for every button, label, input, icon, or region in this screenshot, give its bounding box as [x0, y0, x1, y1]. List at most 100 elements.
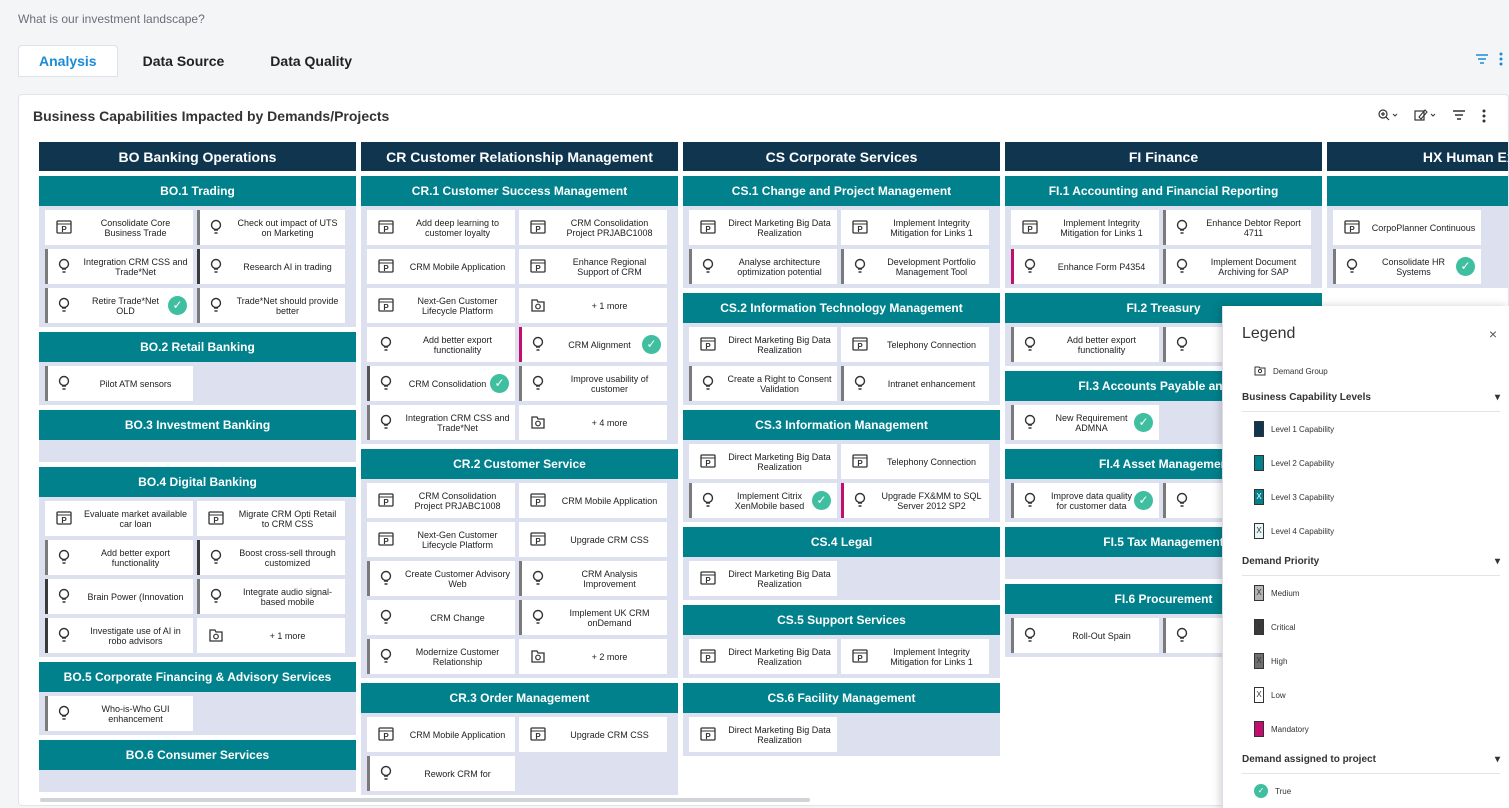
demand-tile[interactable]: Intranet enhancement — [841, 366, 989, 401]
level2-header[interactable]: CS.6 Facility Management — [683, 683, 1000, 713]
demand-tile[interactable]: CRM Alignment ✓ — [519, 327, 667, 362]
demand-tile[interactable]: P Evaluate market available car loan — [45, 501, 193, 536]
level2-header[interactable]: CR.1 Customer Success Management — [361, 176, 678, 206]
demand-tile[interactable]: P CRM Mobile Application — [519, 483, 667, 518]
level2-header[interactable]: BO.2 Retail Banking — [39, 332, 356, 362]
filter-icon[interactable] — [1452, 109, 1466, 126]
demand-tile[interactable]: P CorpoPlanner Continuous — [1333, 210, 1481, 245]
demand-tile[interactable]: Retire Trade*Net OLD ✓ — [45, 288, 193, 323]
close-icon[interactable]: × — [1489, 326, 1497, 342]
demand-tile[interactable]: P Implement Integrity Mitigation for Link… — [1011, 210, 1159, 245]
level2-header[interactable]: CR.3 Order Management — [361, 683, 678, 713]
demand-tile[interactable]: Check out impact of UTS on Marketing — [197, 210, 345, 245]
demand-tile[interactable]: Enhance Debtor Report 4711 — [1163, 210, 1311, 245]
demand-tile[interactable]: CRM Consolidation ✓ — [367, 366, 515, 401]
demand-tile[interactable]: P CRM Mobile Application — [367, 717, 515, 752]
demand-tile[interactable]: Integration CRM CSS and Trade*Net — [367, 405, 515, 440]
demand-tile[interactable]: P Telephony Connection — [841, 444, 989, 479]
level2-header[interactable]: CS.2 Information Technology Management — [683, 293, 1000, 323]
demand-tile[interactable]: P Implement Integrity Mitigation for Link… — [841, 210, 989, 245]
level2-header[interactable]: CS.3 Information Management — [683, 410, 1000, 440]
demand-tile[interactable]: Upgrade FX&MM to SQL Server 2012 SP2 — [841, 483, 989, 518]
level2-header[interactable]: CR.2 Customer Service — [361, 449, 678, 479]
demand-tile[interactable]: P Direct Marketing Big Data Realization — [689, 717, 837, 752]
demand-tile[interactable]: Boost cross-sell through customized — [197, 540, 345, 575]
filter-icon[interactable] — [1475, 52, 1489, 69]
demand-tile[interactable]: P Telephony Connection — [841, 327, 989, 362]
demand-tile[interactable]: P CRM Consolidation Project PRJABC1008 — [367, 483, 515, 518]
demand-tile[interactable]: CRM Analysis Improvement — [519, 561, 667, 596]
demand-tile[interactable]: P Migrate CRM Opti Retail to CRM CSS — [197, 501, 345, 536]
demand-tile[interactable]: Create Customer Advisory Web — [367, 561, 515, 596]
chevron-down-icon[interactable]: ▾ — [1495, 392, 1500, 403]
edit-icon[interactable] — [1414, 109, 1436, 126]
demand-group-tile[interactable]: + 2 more — [519, 639, 667, 674]
demand-tile[interactable]: Investigate use of AI in robo advisors — [45, 618, 193, 653]
demand-tile[interactable]: Trade*Net should provide better — [197, 288, 345, 323]
demand-tile[interactable]: Implement Citrix XenMobile based ✓ — [689, 483, 837, 518]
level2-header[interactable]: BO.6 Consumer Services — [39, 740, 356, 770]
demand-tile[interactable]: P Add deep learning to customer loyalty — [367, 210, 515, 245]
legend-section-header[interactable]: Demand assigned to project ▾ — [1242, 746, 1500, 774]
demand-group-tile[interactable]: + 1 more — [197, 618, 345, 653]
demand-tile[interactable]: Create a Right to Consent Validation — [689, 366, 837, 401]
demand-tile[interactable]: P Direct Marketing Big Data Realization — [689, 210, 837, 245]
demand-tile[interactable]: P Implement Integrity Mitigation for Link… — [841, 639, 989, 674]
demand-tile[interactable]: P Upgrade CRM CSS — [519, 522, 667, 557]
demand-tile[interactable]: Improve data quality for customer data ✓ — [1011, 483, 1159, 518]
more-vert-icon[interactable] — [1499, 52, 1503, 69]
more-vert-icon[interactable] — [1482, 109, 1486, 126]
demand-tile[interactable]: P Direct Marketing Big Data Realization — [689, 639, 837, 674]
tab-analysis[interactable]: Analysis — [18, 45, 118, 77]
horizontal-scrollbar[interactable] — [40, 798, 810, 802]
demand-group-tile[interactable]: + 4 more — [519, 405, 667, 440]
chevron-down-icon[interactable]: ▾ — [1495, 556, 1500, 567]
demand-tile[interactable]: Add better export functionality — [45, 540, 193, 575]
demand-tile[interactable]: Add better export functionality — [1011, 327, 1159, 362]
tab-data-quality[interactable]: Data Quality — [249, 45, 373, 77]
level2-header[interactable]: BO.1 Trading — [39, 176, 356, 206]
demand-tile[interactable]: Improve usability of customer — [519, 366, 667, 401]
level2-header[interactable]: BO.4 Digital Banking — [39, 467, 356, 497]
demand-group-tile[interactable]: + 1 more — [519, 288, 667, 323]
demand-tile[interactable]: Brain Power (Innovation — [45, 579, 193, 614]
demand-tile[interactable]: Implement Document Archiving for SAP — [1163, 249, 1311, 284]
chevron-down-icon[interactable]: ▾ — [1495, 754, 1500, 765]
level1-header[interactable]: HX Human Experie — [1327, 142, 1508, 171]
demand-tile[interactable]: P Consolidate Core Business Trade — [45, 210, 193, 245]
demand-tile[interactable]: New Requirement ADMNA ✓ — [1011, 405, 1159, 440]
demand-tile[interactable]: Research AI in trading — [197, 249, 345, 284]
level2-header[interactable]: CS.1 Change and Project Management — [683, 176, 1000, 206]
demand-tile[interactable]: P Next-Gen Customer Lifecycle Platform — [367, 288, 515, 323]
demand-tile[interactable]: Consolidate HR Systems ✓ — [1333, 249, 1481, 284]
demand-tile[interactable]: Analyse architecture optimization potent… — [689, 249, 837, 284]
level2-header[interactable]: BO.5 Corporate Financing & Advisory Serv… — [39, 662, 356, 692]
demand-tile[interactable]: P Enhance Regional Support of CRM — [519, 249, 667, 284]
demand-tile[interactable]: P Direct Marketing Big Data Realization — [689, 561, 837, 596]
demand-tile[interactable]: P Direct Marketing Big Data Realization — [689, 444, 837, 479]
level1-header[interactable]: FI Finance — [1005, 142, 1322, 171]
demand-tile[interactable]: Modernize Customer Relationship — [367, 639, 515, 674]
legend-section-header[interactable]: Business Capability Levels ▾ — [1242, 384, 1500, 412]
demand-tile[interactable]: Development Portfolio Management Tool — [841, 249, 989, 284]
demand-tile[interactable]: Integration CRM CSS and Trade*Net — [45, 249, 193, 284]
demand-tile[interactable]: Rework CRM for — [367, 756, 515, 791]
level1-header[interactable]: CS Corporate Services — [683, 142, 1000, 171]
level2-header[interactable]: HX.1 Recr — [1327, 176, 1508, 206]
demand-tile[interactable]: Add better export functionality — [367, 327, 515, 362]
level2-header[interactable]: CS.4 Legal — [683, 527, 1000, 557]
demand-tile[interactable]: Enhance Form P4354 — [1011, 249, 1159, 284]
demand-tile[interactable]: P Direct Marketing Big Data Realization — [689, 327, 837, 362]
demand-tile[interactable]: CRM Change — [367, 600, 515, 635]
level2-header[interactable]: BO.3 Investment Banking — [39, 410, 356, 440]
demand-tile[interactable]: Roll-Out Spain — [1011, 618, 1159, 653]
tab-data-source[interactable]: Data Source — [122, 45, 246, 77]
level1-header[interactable]: BO Banking Operations — [39, 142, 356, 171]
demand-tile[interactable]: Pilot ATM sensors — [45, 366, 193, 401]
demand-tile[interactable]: P Next-Gen Customer Lifecycle Platform — [367, 522, 515, 557]
demand-tile[interactable]: P CRM Mobile Application — [367, 249, 515, 284]
demand-tile[interactable]: P Upgrade CRM CSS — [519, 717, 667, 752]
demand-tile[interactable]: Who-is-Who GUI enhancement — [45, 696, 193, 731]
demand-tile[interactable]: Integrate audio signal-based mobile — [197, 579, 345, 614]
demand-tile[interactable]: P CRM Consolidation Project PRJABC1008 — [519, 210, 667, 245]
